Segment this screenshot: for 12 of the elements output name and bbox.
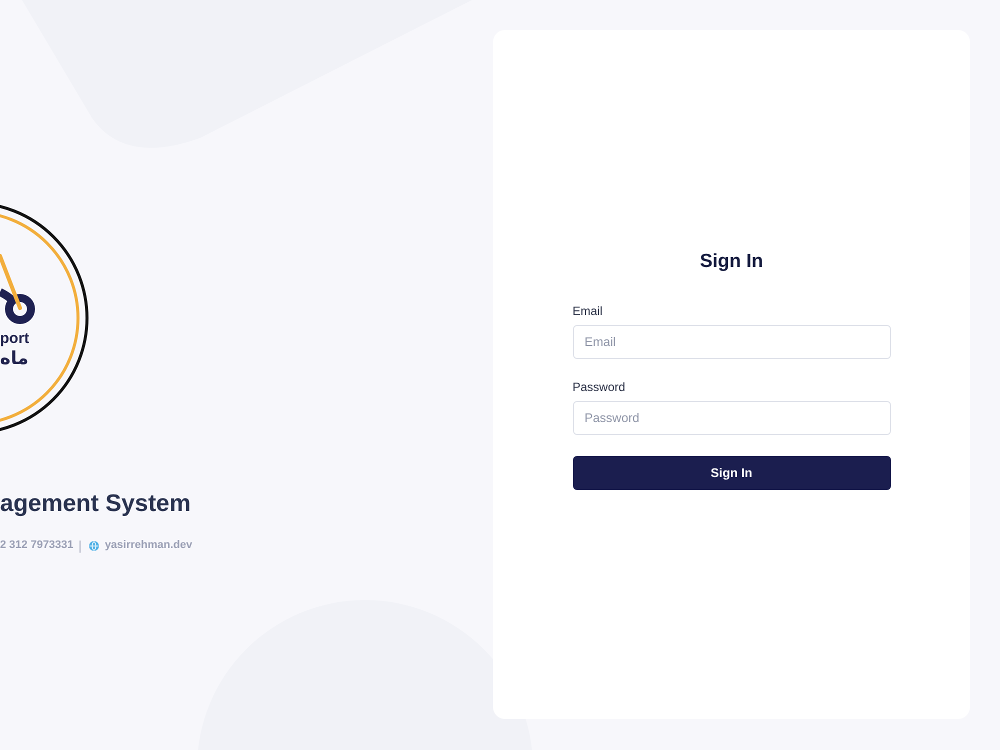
app-title: agement System <box>0 490 191 518</box>
sign-in-button[interactable]: Sign In <box>572 456 890 490</box>
logo-text: port <box>0 330 30 348</box>
field-label: Email <box>572 304 603 319</box>
input-field[interactable]: Email <box>572 325 890 359</box>
logo-text: ماه <box>0 348 29 370</box>
separator: | <box>78 539 82 552</box>
field-label: Password <box>572 380 626 395</box>
globe-icon <box>88 540 99 550</box>
phone-number: 2 312 7973331 <box>0 539 74 552</box>
form-title: Sign In <box>698 250 764 274</box>
input-field[interactable]: Password <box>572 401 890 435</box>
